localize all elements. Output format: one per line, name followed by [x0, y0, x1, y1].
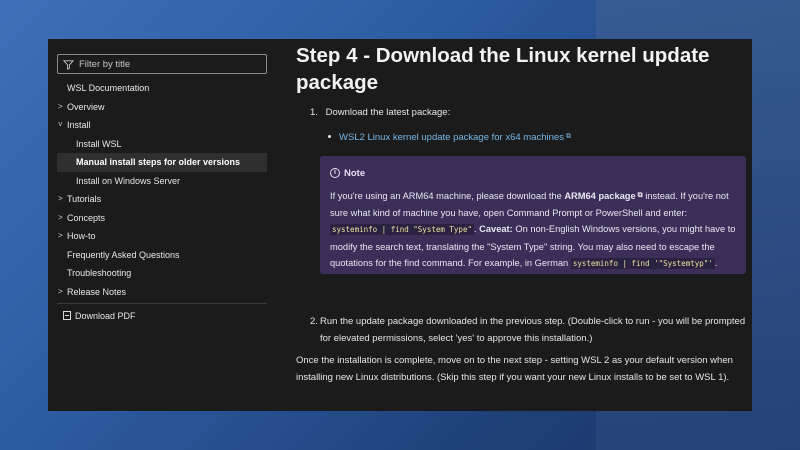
toc-item-install-windows-server[interactable]: Install on Windows Server [57, 172, 267, 191]
note-body: If you're using an ARM64 machine, please… [330, 188, 736, 273]
toc-item-concepts[interactable]: > Concepts [57, 209, 267, 228]
toc-item-faq[interactable]: Frequently Asked Questions [57, 246, 267, 265]
note-text: If you're using an ARM64 machine, please… [330, 191, 565, 201]
installation-complete-paragraph: Once the installation is complete, move … [296, 355, 733, 383]
toc-item-troubleshooting[interactable]: Troubleshooting [57, 264, 267, 283]
step-1-text: Download the latest package: [325, 107, 451, 118]
arm64-package-link-text: ARM64 package [564, 191, 636, 201]
pdf-icon [63, 311, 71, 320]
toc-item-release-notes[interactable]: > Release Notes [57, 283, 267, 302]
step-2-number: 2. [310, 316, 318, 327]
toc-item-label: How-to [67, 231, 96, 241]
chevron-right-icon: > [58, 286, 63, 296]
toc-item-overview[interactable]: > Overview [57, 98, 267, 117]
bullet-dot [328, 135, 331, 138]
toc-item-how-to[interactable]: > How-to [57, 227, 267, 246]
sidebar-divider [57, 303, 267, 304]
chevron-right-icon: > [58, 212, 63, 222]
step-1: 1. Download the latest package: [310, 105, 450, 121]
filter-icon [63, 59, 74, 70]
toc-nav: WSL Documentation > Overview ˅ Install Ins… [57, 79, 267, 325]
chevron-right-icon: > [58, 194, 63, 203]
download-pdf-label: Download PDF [75, 311, 136, 321]
toc-sidebar: Filter by title WSL Documentation > Overv… [48, 39, 274, 411]
external-link-icon: ⧉ [565, 133, 571, 140]
note-text: . [714, 258, 718, 268]
code-systeminfo: systeminfo | find "System Type" [330, 224, 474, 235]
article-content: Step 4 - Download the Linux kernel updat… [296, 39, 752, 411]
arm64-package-link[interactable]: ARM64 package ⧉ [564, 191, 642, 201]
toc-item-label: Install WSL [76, 138, 122, 149]
toc-item-install[interactable]: ˅ Install [57, 116, 267, 135]
note-callout: i Note If you're using an ARM64 machine,… [320, 156, 746, 274]
toc-item-label: WSL Documentation [67, 83, 150, 93]
download-pdf-link[interactable]: Download PDF [57, 307, 267, 325]
docs-window: Filter by title WSL Documentation > Overv… [48, 39, 752, 411]
toc-item-label: Tutorials [67, 194, 102, 204]
toc-item-manual-install[interactable]: Manual install steps for older versions [57, 153, 267, 172]
chevron-down-icon: ˅ [58, 120, 63, 129]
code-systeminfo-german: systeminfo | find '"Systemtyp"' [570, 258, 715, 269]
toc-item-label: Manual install steps for older versions [76, 157, 241, 167]
toc-item-label: Release Notes [67, 286, 127, 297]
filter-input[interactable]: Filter by title [57, 54, 267, 74]
kernel-package-link[interactable]: WSL2 Linux kernel update package for x64… [328, 132, 571, 143]
toc-item-tutorials[interactable]: > Tutorials [57, 190, 267, 209]
toc-item-label: Overview [67, 101, 105, 112]
kernel-package-link-text: WSL2 Linux kernel update package for x64… [339, 132, 564, 143]
toc-item-wsl-documentation[interactable]: WSL Documentation [57, 79, 267, 98]
note-title: i Note [330, 164, 736, 182]
toc-item-label: Troubleshooting [67, 268, 132, 278]
filter-placeholder: Filter by title [79, 58, 131, 70]
toc-item-label: Frequently Asked Questions [67, 249, 180, 260]
chevron-right-icon: > [58, 231, 63, 240]
toc-item-label: Install on Windows Server [76, 175, 181, 186]
chevron-right-icon: > [58, 101, 63, 111]
step-2: 2. Run the update package downloaded in … [310, 314, 746, 347]
caveat-label: Caveat: [479, 224, 513, 234]
toc-item-label: Install [67, 120, 91, 130]
page-title: Step 4 - Download the Linux kernel updat… [296, 44, 710, 94]
step-2-text: Run the update package downloaded in the… [320, 316, 746, 344]
note-title-text: Note [344, 167, 366, 179]
step-1-number: 1. [310, 107, 318, 118]
toc-item-install-wsl[interactable]: Install WSL [57, 135, 267, 154]
toc-item-label: Concepts [67, 212, 106, 223]
info-icon: i [330, 168, 340, 178]
